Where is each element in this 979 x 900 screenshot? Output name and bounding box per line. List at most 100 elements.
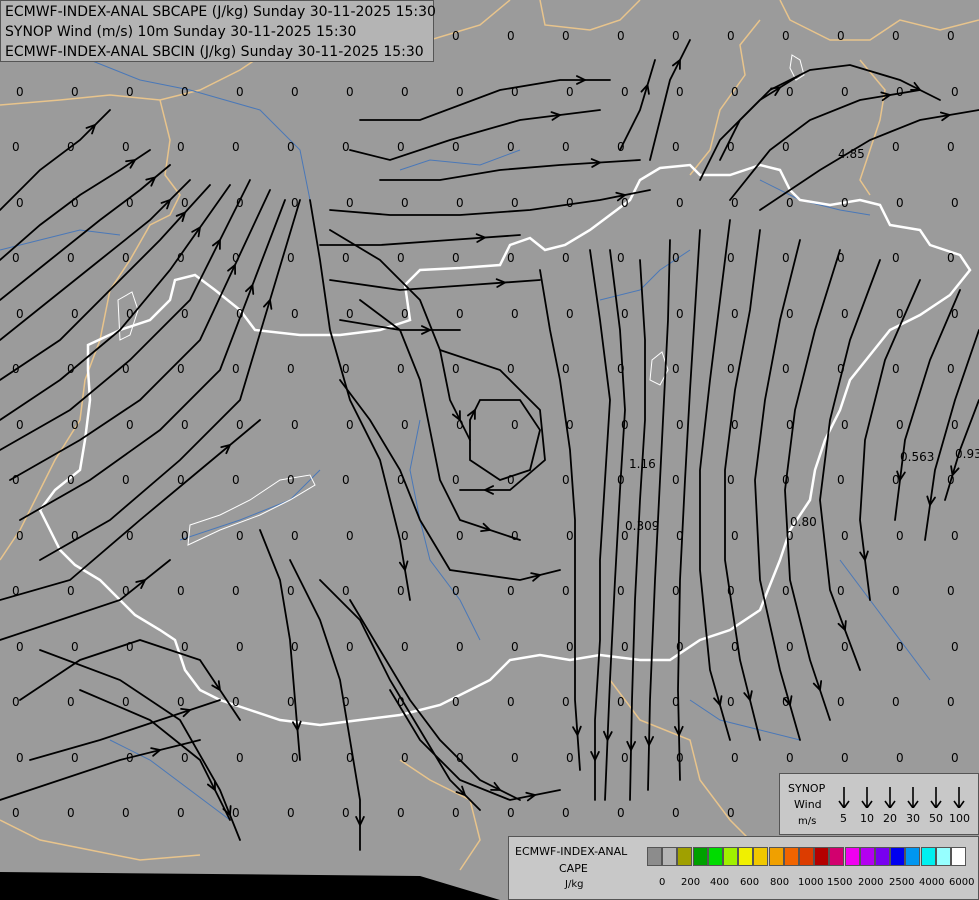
value-label-zero: 0 xyxy=(342,140,350,154)
value-label-zero: 0 xyxy=(12,584,20,598)
cape-tick-label: 2500 xyxy=(889,877,915,888)
value-label-zero: 0 xyxy=(782,29,790,43)
cape-legend-title: ECMWF-INDEX-ANAL xyxy=(515,845,628,858)
value-label-zero: 0 xyxy=(892,584,900,598)
value-label-zero: 0 xyxy=(397,584,405,598)
value-label-zero: 0 xyxy=(177,806,185,820)
value-label-zero: 0 xyxy=(401,640,409,654)
value-label-zero: 0 xyxy=(122,140,130,154)
value-label-zero: 0 xyxy=(511,307,519,321)
value-label-zero: 0 xyxy=(676,418,684,432)
value-label-zero: 0 xyxy=(232,695,240,709)
cape-color-swatch xyxy=(768,847,784,866)
value-label-zero: 0 xyxy=(16,85,24,99)
value-label-zero: 0 xyxy=(507,584,515,598)
value-label-zero: 0 xyxy=(837,362,845,376)
value-label-zero: 0 xyxy=(342,473,350,487)
value-label-zero: 0 xyxy=(401,751,409,765)
value-label-zero: 0 xyxy=(126,196,134,210)
wind-legend: SYNOP Wind m/s 5 10 20 30 50 100 xyxy=(779,773,979,835)
value-label-zero: 0 xyxy=(126,529,134,543)
value-label: 0.80 xyxy=(790,515,817,529)
value-label-zero: 0 xyxy=(397,140,405,154)
value-label-zero: 0 xyxy=(236,640,244,654)
value-label-zero: 0 xyxy=(617,140,625,154)
value-label-zero: 0 xyxy=(12,806,20,820)
value-label-zero: 0 xyxy=(456,529,464,543)
value-label-zero: 0 xyxy=(621,751,629,765)
value-label-zero: 0 xyxy=(782,473,790,487)
value-label-zero: 0 xyxy=(951,640,959,654)
value-label: 1.16 xyxy=(629,457,656,471)
value-label-zero: 0 xyxy=(122,251,130,265)
value-label-zero: 0 xyxy=(287,140,295,154)
cape-color-swatch xyxy=(814,847,830,866)
value-label-zero: 0 xyxy=(947,473,955,487)
value-label-zero: 0 xyxy=(401,418,409,432)
wind-speed-arrow-icon xyxy=(907,787,919,808)
value-label-zero: 0 xyxy=(731,196,739,210)
value-label-zero: 0 xyxy=(676,640,684,654)
cape-color-swatch xyxy=(799,847,814,866)
value-label-zero: 0 xyxy=(566,307,574,321)
value-label-zero: 0 xyxy=(676,751,684,765)
value-label-zero: 0 xyxy=(181,418,189,432)
cape-legend-unit: J/kg xyxy=(565,879,584,890)
value-label-zero: 0 xyxy=(342,584,350,598)
value-label-zero: 0 xyxy=(71,307,79,321)
value-label-zero: 0 xyxy=(896,85,904,99)
value-label-zero: 0 xyxy=(621,196,629,210)
value-label-zero: 0 xyxy=(67,695,75,709)
value-label-zero: 0 xyxy=(727,695,735,709)
value-label-zero: 0 xyxy=(727,806,735,820)
cape-tick-label: 600 xyxy=(740,877,760,888)
value-label-zero: 0 xyxy=(232,806,240,820)
value-label-zero: 0 xyxy=(947,251,955,265)
value-label-zero: 0 xyxy=(456,640,464,654)
value-label-zero: 0 xyxy=(837,29,845,43)
value-label-zero: 0 xyxy=(841,418,849,432)
value-label-zero: 0 xyxy=(621,418,629,432)
value-label-zero: 0 xyxy=(456,418,464,432)
value-label-zero: 0 xyxy=(841,640,849,654)
cape-color-swatch xyxy=(738,847,754,866)
value-label-zero: 0 xyxy=(122,695,130,709)
value-label-zero: 0 xyxy=(401,85,409,99)
value-label-zero: 0 xyxy=(177,695,185,709)
value-label-zero: 0 xyxy=(896,418,904,432)
value-label-zero: 0 xyxy=(676,307,684,321)
value-label-zero: 0 xyxy=(841,751,849,765)
value-label-zero: 0 xyxy=(782,362,790,376)
value-label-zero: 0 xyxy=(676,196,684,210)
cape-tick-label: 1000 xyxy=(798,877,824,888)
value-label-zero: 0 xyxy=(562,695,570,709)
value-label-zero: 0 xyxy=(236,307,244,321)
value-label-zero: 0 xyxy=(346,196,354,210)
value-label-zero: 0 xyxy=(562,806,570,820)
value-label-zero: 0 xyxy=(236,751,244,765)
cape-legend-subtitle: CAPE xyxy=(559,862,588,875)
value-label-zero: 0 xyxy=(786,196,794,210)
value-label-zero: 0 xyxy=(566,85,574,99)
value-label-zero: 0 xyxy=(342,251,350,265)
value-label-zero: 0 xyxy=(896,751,904,765)
value-label-zero: 0 xyxy=(287,695,295,709)
value-label-zero: 0 xyxy=(562,251,570,265)
cape-tick-label: 1500 xyxy=(827,877,853,888)
value-label-zero: 0 xyxy=(892,140,900,154)
value-label-zero: 0 xyxy=(672,29,680,43)
value-label-zero: 0 xyxy=(617,584,625,598)
value-label-zero: 0 xyxy=(727,473,735,487)
cape-tick-label: 6000 xyxy=(949,877,975,888)
value-label-zero: 0 xyxy=(621,640,629,654)
value-label-zero: 0 xyxy=(731,307,739,321)
value-label-zero: 0 xyxy=(731,640,739,654)
title-synop-wind: SYNOP Wind (m/s) 10m Sunday 30-11-2025 1… xyxy=(5,24,357,40)
value-label-zero: 0 xyxy=(67,806,75,820)
value-label-zero: 0 xyxy=(511,85,519,99)
value-label-zero: 0 xyxy=(507,362,515,376)
value-label-zero: 0 xyxy=(181,307,189,321)
value-label-zero: 0 xyxy=(511,529,519,543)
value-label-zero: 0 xyxy=(621,307,629,321)
value-label-zero: 0 xyxy=(562,140,570,154)
